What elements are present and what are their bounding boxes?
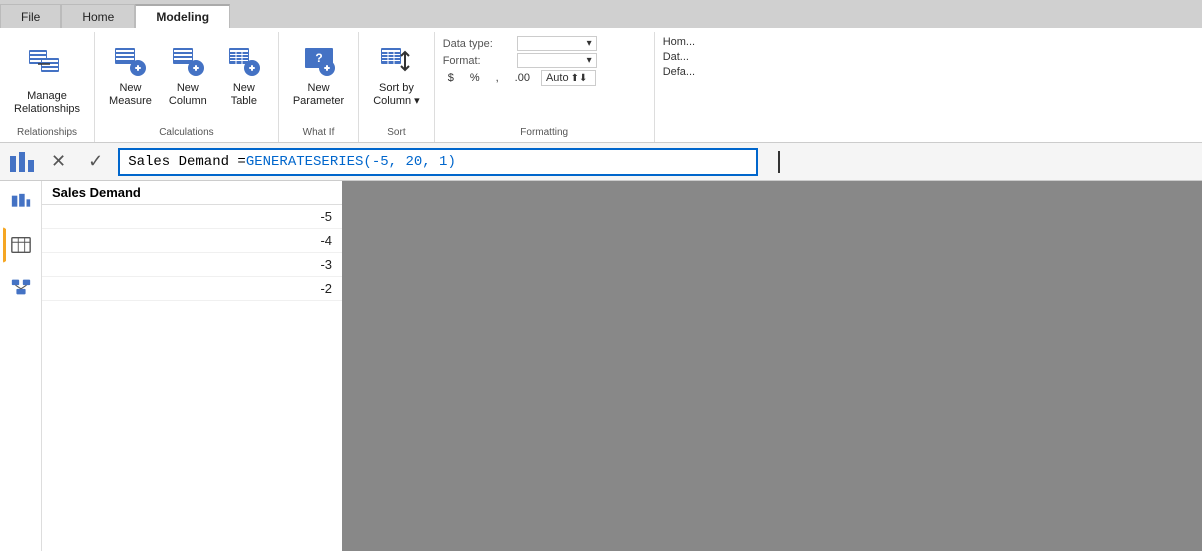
formula-cancel-button[interactable]: ✕ (44, 148, 73, 175)
formula-text-blue: GENERATESERIES(-5, 20, 1) (246, 154, 456, 170)
new-table-button[interactable]: NewTable (218, 36, 270, 112)
tab-bar: File Home Modeling (0, 0, 1202, 28)
ribbon-group-relationships: ManageRelationships Relationships (0, 32, 95, 142)
data-type-row: Data type: ▾ (443, 36, 646, 51)
percent-button[interactable]: % (465, 70, 485, 86)
new-measure-label: NewMeasure (109, 82, 152, 108)
auto-label: Auto (546, 72, 569, 84)
relationships-content: ManageRelationships (8, 36, 86, 125)
format-symbols: $ % , .00 Auto ⬆⬇ (443, 70, 596, 86)
data-type-dropdown[interactable]: ▾ (517, 36, 597, 51)
new-parameter-label: NewParameter (293, 82, 344, 108)
format-dropdown[interactable]: ▾ (517, 53, 597, 68)
table-row: -2 (42, 277, 342, 301)
home-row: Hom... (663, 36, 695, 48)
table-row: -4 (42, 229, 342, 253)
formatting-group-label: Formatting (443, 125, 646, 142)
formula-bar: ✕ ✓ Sales Demand = GENERATESERIES(-5, 20… (0, 143, 1202, 181)
decimal-button[interactable]: .00 (510, 70, 535, 86)
sort-content: Sort byColumn ▾ (367, 36, 425, 125)
formula-text-black: Sales Demand = (128, 154, 246, 170)
new-measure-button[interactable]: NewMeasure (103, 36, 158, 112)
new-column-label: NewColumn (169, 82, 207, 108)
symbols-row: $ % , .00 Auto ⬆⬇ (443, 70, 646, 86)
sidebar-table-icon[interactable] (3, 227, 39, 263)
new-column-icon (168, 40, 208, 80)
sidebar-model-icon[interactable] (3, 269, 39, 305)
default-row: Defa... (663, 66, 695, 78)
tab-home[interactable]: Home (61, 4, 135, 28)
auto-dropdown[interactable]: Auto ⬆⬇ (541, 70, 596, 86)
auto-spinner: ⬆⬇ (571, 73, 588, 84)
sidebar (0, 181, 42, 551)
table-row: -3 (42, 253, 342, 277)
ribbon-group-formatting: Data type: ▾ Format: ▾ $ % , .00 Auto ⬆⬇ (435, 32, 655, 142)
data-row: Dat... (663, 51, 695, 63)
new-parameter-icon: ? (299, 40, 339, 80)
manage-relationships-icon (23, 40, 71, 88)
ribbon: ManageRelationships Relationships (0, 28, 1202, 143)
formula-confirm-button[interactable]: ✓ (81, 148, 110, 175)
formula-bar-chart-icon (8, 148, 36, 176)
manage-relationships-button[interactable]: ManageRelationships (8, 36, 86, 120)
table-row: -5 (42, 205, 342, 229)
dollar-button[interactable]: $ (443, 70, 459, 86)
format-row: Format: ▾ (443, 53, 646, 68)
ribbon-right: Hom... Dat... Defa... (655, 32, 703, 142)
main-content: Sales Demand -5 -4 -3 -2 (0, 181, 1202, 551)
data-type-caret: ▾ (587, 38, 592, 49)
calculations-group-label: Calculations (159, 125, 213, 142)
relationships-group-label: Relationships (17, 125, 77, 142)
data-panel: Sales Demand -5 -4 -3 -2 (42, 181, 342, 551)
ribbon-group-sort: Sort byColumn ▾ Sort (359, 32, 434, 142)
sidebar-report-icon[interactable] (3, 185, 39, 221)
table-body: -5 -4 -3 -2 (42, 205, 342, 551)
new-table-label: NewTable (231, 82, 257, 108)
table-header: Sales Demand (42, 181, 342, 205)
whatif-content: ? NewParameter (287, 36, 350, 125)
text-cursor (778, 151, 780, 173)
sort-group-label: Sort (387, 125, 405, 142)
sort-by-column-label: Sort byColumn ▾ (373, 82, 419, 108)
sort-by-column-icon (376, 40, 416, 80)
new-table-icon (224, 40, 264, 80)
ribbon-group-calculations: NewMeasure NewColumn (95, 32, 279, 142)
sort-by-column-button[interactable]: Sort byColumn ▾ (367, 36, 425, 112)
tab-file[interactable]: File (0, 4, 61, 28)
workspace (342, 181, 1202, 551)
format-caret: ▾ (587, 55, 592, 66)
new-measure-icon (110, 40, 150, 80)
data-type-label: Data type: (443, 38, 513, 50)
new-column-button[interactable]: NewColumn (162, 36, 214, 112)
whatif-group-label: What If (303, 125, 335, 142)
calculations-content: NewMeasure NewColumn (103, 36, 270, 125)
format-label: Format: (443, 55, 513, 67)
formula-input[interactable]: Sales Demand = GENERATESERIES(-5, 20, 1) (118, 148, 758, 176)
manage-relationships-label: ManageRelationships (14, 90, 80, 116)
ribbon-group-whatif: ? NewParameter What If (279, 32, 359, 142)
tab-modeling[interactable]: Modeling (135, 4, 230, 28)
comma-button[interactable]: , (491, 70, 504, 86)
new-parameter-button[interactable]: ? NewParameter (287, 36, 350, 112)
